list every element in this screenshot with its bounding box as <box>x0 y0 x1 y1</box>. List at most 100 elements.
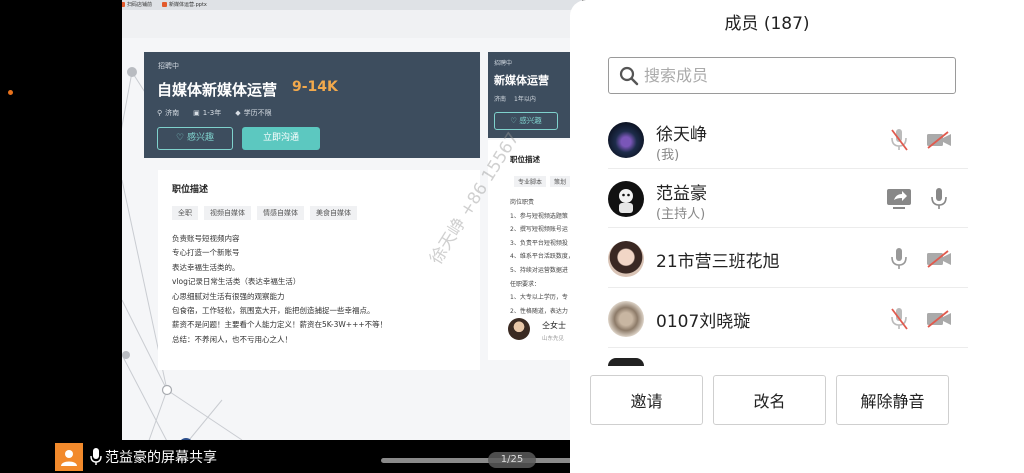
graduation-cap-icon: ◆ <box>235 109 241 117</box>
member-controls <box>886 247 952 271</box>
job-title: 自媒体新媒体运营 <box>157 81 278 99</box>
description-line: 任职要求： <box>510 280 541 288</box>
heart-icon: ♡ <box>176 133 185 143</box>
member-search[interactable] <box>608 57 956 94</box>
member-avatar <box>608 301 644 337</box>
description-line: 负责账号短视频内容 <box>172 234 240 243</box>
job-description: 职位描述 全职 视频自媒体 情感自媒体 美食自媒体 负责账号短视频内容 专心打造… <box>158 170 480 370</box>
microphone-icon <box>89 448 103 466</box>
description-line: 总结：不养闲人，也不亏用心之人！ <box>172 334 292 344</box>
description-line: 2、性格随道，表达力 <box>510 307 568 315</box>
microphone-icon[interactable] <box>886 247 912 271</box>
job-education: ◆ 学历不限 <box>235 109 272 117</box>
video-off-icon[interactable] <box>926 247 952 271</box>
favicon-icon <box>122 2 125 7</box>
browser-tab-label: 新媒体运营.pptx <box>169 2 207 8</box>
job-tag: 情感自媒体 <box>257 206 304 220</box>
member-avatar-partial <box>608 358 644 366</box>
browser-tab[interactable]: 扫码店铺前 <box>122 1 152 9</box>
job-meta: 济南 1年以内 <box>494 94 536 103</box>
job-meta: ⚲ 济南 ▣ 1-3年 ◆ 学历不限 <box>157 108 272 118</box>
description-lines: 负责账号短视频内容 专心打造一个新账号 表达幸福生活类的。 vlog记录日常生活… <box>172 232 387 347</box>
interest-label: 感兴趣 <box>519 116 542 125</box>
location-pin-icon: ⚲ <box>157 109 163 117</box>
recruiter-avatar <box>508 318 530 340</box>
panel-title: 成员 (187) <box>724 14 810 34</box>
description-line: 岗位职责 <box>510 199 535 206</box>
description-line: 5、持续对运营数据进 <box>510 266 568 274</box>
description-line: 1、大专以上学历，专 <box>510 294 568 302</box>
description-title: 职位描述 <box>172 185 209 195</box>
job-tag: 全职 <box>172 206 198 220</box>
screen-share-icon[interactable] <box>886 187 912 211</box>
search-input[interactable] <box>644 66 934 85</box>
member-avatar <box>608 181 644 217</box>
description-line: 包食宿，工作轻松，氛围宽大开，能把创造捕捉一些幸福点。 <box>172 306 375 316</box>
job-location: 济南 <box>494 96 507 103</box>
rename-button[interactable]: 改名 <box>713 375 826 425</box>
chat-now-button[interactable]: 立即沟通 <box>242 127 320 150</box>
description-lines: 岗位职责 1、参与短视频选题策 2、撰写短视频账号运 3、负责平台短视频投 4、… <box>510 196 574 318</box>
description-line: vlog记录日常生活类（表达幸福生活） <box>172 277 301 287</box>
job-tag: 专业脚本 <box>514 176 547 187</box>
job-tag: 美食自媒体 <box>310 206 357 220</box>
members-panel: 成员 (187) 徐天峥 (我) <box>570 0 1024 473</box>
member-avatar <box>608 122 644 158</box>
description-line: 心思细腻对生活有很强的观察能力 <box>172 291 285 301</box>
member-role: (主持人) <box>656 207 706 222</box>
shared-screen: 新页 扫码店铺前 新媒体运营.pptx 招聘中 自媒体新媒体运营 9-14K ⚲… <box>122 0 582 473</box>
description-title: 职位描述 <box>510 155 540 164</box>
job-card-header: 招聘中 自媒体新媒体运营 9-14K ⚲ 济南 ▣ 1-3年 ◆ 学历不限 ♡ 感兴趣… <box>144 52 480 158</box>
member-name: 徐天峥 <box>656 125 707 145</box>
member-row[interactable]: 徐天峥 (我) <box>608 111 968 169</box>
description-line: 4、维系平台活跃数度， <box>510 253 574 261</box>
recruiter-company: 山东先见 <box>542 336 565 342</box>
member-row[interactable]: 0107刘晓璇 <box>608 290 968 348</box>
invite-button[interactable]: 邀请 <box>590 375 703 425</box>
member-role: (我) <box>656 148 680 163</box>
job-location: ⚲ 济南 <box>157 109 180 117</box>
job-status: 招聘中 <box>158 62 179 70</box>
browser-tab[interactable]: 新媒体运营.pptx <box>160 1 207 9</box>
member-name: 0107刘晓璇 <box>656 312 751 332</box>
member-controls <box>886 187 952 211</box>
browser-tab-strip: 新页 扫码店铺前 新媒体运营.pptx <box>122 0 582 10</box>
job-status: 招聘中 <box>494 60 513 67</box>
member-name: 范益豪 <box>656 184 707 204</box>
member-controls <box>886 307 952 331</box>
description-line: 专心打造一个新账号 <box>172 248 240 258</box>
microphone-muted-icon[interactable] <box>886 128 912 152</box>
member-row[interactable]: 21市营三班花旭 <box>608 230 968 288</box>
video-off-icon[interactable] <box>926 307 952 331</box>
browser-content-top <box>122 10 582 38</box>
member-row[interactable]: 范益豪 (主持人) <box>608 170 968 228</box>
panel-actions: 邀请 改名 解除静音 <box>590 375 949 425</box>
interest-label: 感兴趣 <box>186 133 214 143</box>
description-line: 2、撰写短视频账号运 <box>510 226 568 234</box>
interest-button[interactable]: ♡ 感兴趣 <box>157 127 233 150</box>
video-off-icon[interactable] <box>926 128 952 152</box>
job-experience: 1年以内 <box>514 96 536 103</box>
microphone-muted-icon[interactable] <box>886 307 912 331</box>
description-line: 表达幸福生活类的。 <box>172 262 240 272</box>
job-tag: 视频自媒体 <box>204 206 251 220</box>
job-tags: 专业脚本 策划 <box>514 176 571 187</box>
member-avatar <box>608 241 644 277</box>
job-experience: ▣ 1-3年 <box>193 109 222 117</box>
person-icon <box>61 450 77 466</box>
sharer-label: 范益豪的屏幕共享 <box>105 450 217 466</box>
search-icon <box>619 66 639 85</box>
description-line: 薪资不是问题！主要看个人能力定义！薪资在5K-3W+++不等！ <box>172 320 388 330</box>
briefcase-icon: ▣ <box>193 109 200 117</box>
unmute-all-button[interactable]: 解除静音 <box>836 375 949 425</box>
description-line: 3、负责平台短视频投 <box>510 239 568 247</box>
job-salary: 9-14K <box>292 79 338 95</box>
description-line: 1、参与短视频选题策 <box>510 212 568 220</box>
page-indicator: 1/25 <box>488 452 536 468</box>
member-controls <box>886 128 952 152</box>
left-black-strip <box>0 0 122 473</box>
member-name: 21市营三班花旭 <box>656 252 780 272</box>
microphone-icon[interactable] <box>926 187 952 211</box>
recruiter-name: 仝女士 <box>542 321 566 330</box>
screen-share-indicator: 范益豪的屏幕共享 <box>55 442 217 472</box>
